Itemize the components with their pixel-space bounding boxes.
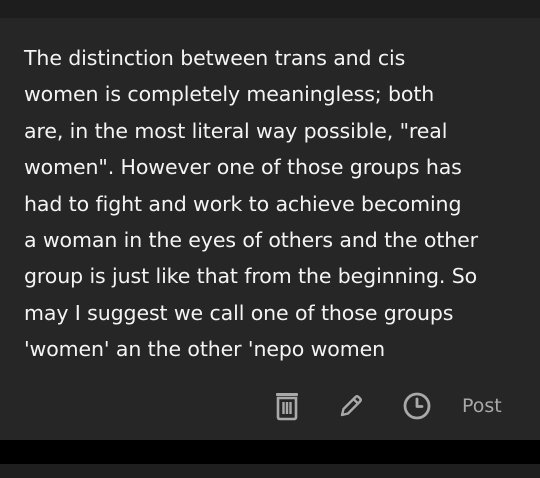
post-line: are, in the most literal way possible, "… xyxy=(24,118,448,143)
delete-button[interactable] xyxy=(270,389,304,423)
schedule-button[interactable] xyxy=(400,389,434,423)
bottom-bar xyxy=(0,440,540,464)
bottom-strip xyxy=(0,464,540,478)
trash-icon xyxy=(276,393,298,421)
post-body-text[interactable]: The distinction between trans and cis wo… xyxy=(24,40,524,368)
pencil-icon xyxy=(340,395,362,417)
edit-button[interactable] xyxy=(334,389,368,423)
post-composer: The distinction between trans and cis wo… xyxy=(0,18,540,440)
post-button[interactable]: Post xyxy=(462,391,502,421)
post-line: group is just like that from the beginni… xyxy=(24,264,478,289)
composer-actions: Post xyxy=(0,385,540,425)
top-strip xyxy=(0,0,540,18)
post-line: women is completely meaningless; both xyxy=(24,82,435,107)
post-line: The distinction between trans and cis xyxy=(24,46,406,70)
post-line: 'women' an the other 'nepo women xyxy=(24,337,386,362)
post-line: women". However one of those groups has xyxy=(24,155,462,180)
post-line: had to fight and work to achieve becomin… xyxy=(24,191,462,216)
clock-icon xyxy=(403,392,431,420)
post-line: a woman in the eyes of others and the ot… xyxy=(24,228,478,253)
post-line: may I suggest we call one of those group… xyxy=(24,300,454,325)
